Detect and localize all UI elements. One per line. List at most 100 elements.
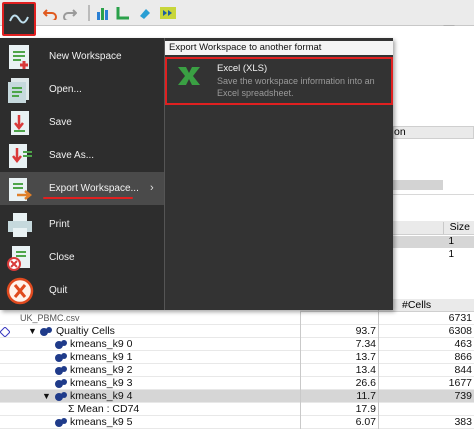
undo-icon[interactable] bbox=[42, 4, 58, 22]
row-divider bbox=[393, 194, 474, 195]
toolbar-divider bbox=[88, 5, 90, 21]
fast-forward-icon[interactable] bbox=[159, 4, 177, 22]
col-divider bbox=[378, 325, 379, 338]
menu-item-label: Open... bbox=[49, 84, 82, 95]
diamond-icon bbox=[0, 327, 10, 337]
axis-icon[interactable] bbox=[115, 4, 131, 22]
print-icon bbox=[8, 213, 32, 237]
app-menu-list: New Workspace Open... Save Save As... Ex… bbox=[0, 38, 164, 310]
col-divider bbox=[378, 377, 379, 390]
excel-x-icon bbox=[178, 67, 200, 85]
tree-row-cells: 739 bbox=[454, 390, 472, 402]
tree-row[interactable]: kmeans_k9 1 13.7 866 bbox=[0, 351, 474, 364]
tree-row-statistic[interactable]: Σ Mean : CD74 17.9 bbox=[0, 403, 474, 416]
tree-row-value: 7.34 bbox=[355, 338, 376, 350]
quit-icon bbox=[6, 277, 34, 305]
cell-count: 6731 bbox=[448, 312, 472, 324]
submenu-header: Export Workspace to another format bbox=[165, 41, 393, 55]
eraser-icon[interactable] bbox=[137, 4, 153, 22]
tree-row-value: 93.7 bbox=[355, 325, 376, 337]
tree-row-label: kmeans_k9 0 bbox=[70, 338, 133, 350]
col-divider bbox=[378, 338, 379, 351]
export-submenu: Export Workspace to another format Excel… bbox=[164, 38, 393, 310]
col-divider bbox=[378, 416, 379, 429]
size-row-2-value: 1 bbox=[448, 249, 454, 260]
size-table-header: Size bbox=[393, 221, 474, 235]
tree-row[interactable]: kmeans_k9 5 6.07 383 bbox=[0, 416, 474, 429]
column-header-cells: #Cells bbox=[402, 299, 432, 311]
tree-row-cells: 463 bbox=[454, 338, 472, 350]
tree-row-label: Σ Mean : CD74 bbox=[68, 403, 140, 415]
menu-item-open[interactable]: Open... bbox=[0, 73, 164, 106]
gate-icon bbox=[55, 353, 67, 362]
tree-row-cells: 6308 bbox=[448, 325, 472, 337]
gate-icon bbox=[55, 379, 67, 388]
tree-row-label: kmeans_k9 5 bbox=[70, 416, 133, 428]
save-as-icon bbox=[9, 144, 32, 168]
redo-icon[interactable] bbox=[62, 4, 78, 22]
new-workspace-icon bbox=[9, 45, 29, 69]
tree-row-selected[interactable]: ▼ kmeans_k9 4 11.7 739 bbox=[0, 390, 474, 403]
col-divider bbox=[300, 416, 301, 429]
tree-row[interactable]: kmeans_k9 3 26.6 1677 bbox=[0, 377, 474, 390]
col-divider bbox=[300, 351, 301, 364]
menu-item-label: Close bbox=[49, 252, 75, 263]
column-header-on: on bbox=[394, 126, 406, 138]
menu-item-quit[interactable]: Quit bbox=[0, 274, 164, 307]
menu-item-print[interactable]: Print bbox=[0, 208, 164, 241]
menu-item-label: Quit bbox=[49, 285, 68, 296]
gate-icon bbox=[55, 340, 67, 349]
menu-item-close[interactable]: Close bbox=[0, 241, 164, 274]
open-icon bbox=[8, 78, 29, 103]
col-divider bbox=[300, 325, 301, 338]
col-divider bbox=[378, 312, 379, 325]
tree-row-label: kmeans_k9 2 bbox=[70, 364, 133, 376]
col-divider bbox=[378, 364, 379, 377]
menu-item-label: Export Workspace... bbox=[49, 183, 139, 194]
expand-triangle-icon[interactable]: ▼ bbox=[42, 390, 51, 403]
size-row-2: 1 bbox=[393, 249, 474, 261]
tree-row[interactable]: kmeans_k9 2 13.4 844 bbox=[0, 364, 474, 377]
col-divider bbox=[300, 312, 301, 325]
submenu-arrow-icon: › bbox=[150, 182, 154, 194]
size-row-1: 1 bbox=[393, 236, 474, 248]
menu-item-label: Print bbox=[49, 219, 70, 230]
menu-item-label: New Workspace bbox=[49, 51, 122, 62]
menu-item-label: Save bbox=[49, 117, 72, 128]
app-logo-icon bbox=[9, 14, 29, 24]
table-row[interactable]: UK_PBMC.csv 6731 bbox=[0, 312, 474, 325]
tree-row-label: Qualtiy Cells bbox=[56, 325, 115, 337]
tree-row-cells: 866 bbox=[454, 351, 472, 363]
export-excel-description: Save the workspace information into an E… bbox=[217, 76, 375, 98]
close-workspace-icon bbox=[7, 246, 30, 271]
export-excel-option[interactable]: Excel (XLS) Save the workspace informati… bbox=[165, 57, 393, 105]
menu-item-save[interactable]: Save bbox=[0, 106, 164, 139]
col-divider bbox=[300, 390, 301, 403]
tree-row-label: kmeans_k9 1 bbox=[70, 351, 133, 363]
tree-row[interactable]: kmeans_k9 0 7.34 463 bbox=[0, 338, 474, 351]
tree-row-value: 17.9 bbox=[355, 403, 376, 415]
app-menu-button[interactable] bbox=[2, 2, 36, 36]
gate-icon bbox=[40, 327, 52, 336]
tree-row-cells: 844 bbox=[454, 364, 472, 376]
menu-item-save-as[interactable]: Save As... bbox=[0, 139, 164, 172]
col-divider bbox=[300, 403, 301, 416]
tree-row-label: kmeans_k9 3 bbox=[70, 377, 133, 389]
tree-row-value: 13.4 bbox=[355, 364, 376, 376]
col-divider bbox=[443, 222, 444, 234]
tree-row-quality-cells[interactable]: ▼ Qualtiy Cells 93.7 6308 bbox=[0, 325, 474, 338]
tree-row-cells: 1677 bbox=[448, 377, 472, 389]
column-header-partial: on bbox=[393, 126, 474, 139]
tree-row-value: 6.07 bbox=[355, 416, 376, 428]
column-header-size: Size bbox=[449, 221, 470, 233]
tree-row-value: 11.7 bbox=[356, 390, 376, 402]
bar-chart-icon[interactable] bbox=[95, 4, 111, 22]
tree-row-cells: 383 bbox=[454, 416, 472, 428]
export-excel-title: Excel (XLS) bbox=[217, 63, 268, 74]
gate-icon bbox=[55, 418, 67, 427]
menu-item-export-workspace[interactable]: Export Workspace... › bbox=[0, 172, 164, 205]
save-icon bbox=[11, 111, 29, 135]
menu-item-new-workspace[interactable]: New Workspace bbox=[0, 40, 164, 73]
tree-row-label: kmeans_k9 4 bbox=[70, 390, 133, 402]
expand-triangle-icon[interactable]: ▼ bbox=[28, 325, 37, 338]
